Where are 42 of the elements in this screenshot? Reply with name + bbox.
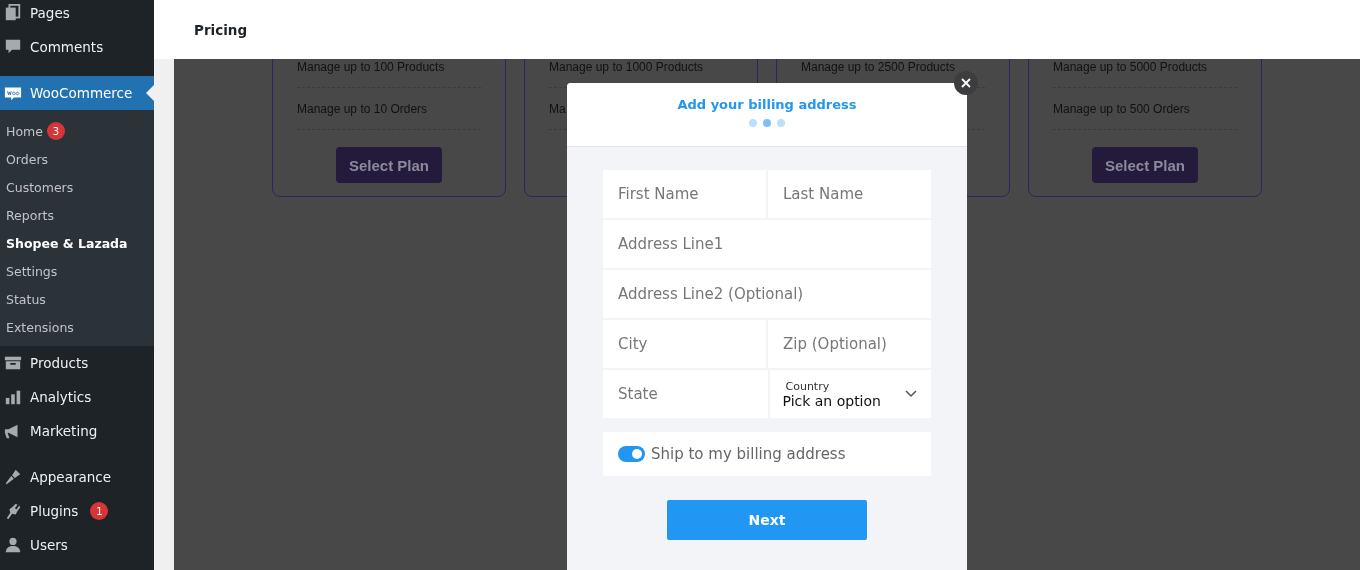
- analytics-icon: [4, 388, 22, 406]
- submenu-item[interactable]: Reports: [0, 201, 154, 229]
- users-icon: [4, 536, 22, 554]
- input-field[interactable]: Zip (Optional): [768, 320, 931, 368]
- menu-item[interactable]: Appearance: [0, 460, 154, 494]
- input-field[interactable]: Address Line2 (Optional): [603, 270, 931, 318]
- submenu-item[interactable]: Customers: [0, 173, 154, 201]
- close-icon: [961, 78, 971, 88]
- close-button[interactable]: [954, 71, 978, 95]
- count-badge: 1: [90, 502, 109, 520]
- toggle-switch[interactable]: [618, 446, 645, 462]
- count-badge: 3: [46, 122, 65, 140]
- products-icon: [4, 354, 22, 372]
- appearance-icon: [4, 468, 22, 486]
- submenu-item[interactable]: Settings: [0, 257, 154, 285]
- submenu-item[interactable]: Status: [0, 285, 154, 313]
- input-field[interactable]: Last Name: [768, 170, 931, 218]
- submenu-item[interactable]: Shopee & Lazada: [0, 229, 154, 257]
- submenu-item[interactable]: Orders: [0, 145, 154, 173]
- country-dropdown[interactable]: Country Pick an option: [769, 370, 931, 418]
- dialog-title: Add your billing address: [677, 97, 857, 112]
- input-field[interactable]: State: [603, 370, 768, 418]
- toggle-label: Ship to my billing address: [651, 445, 846, 463]
- menu-item[interactable]: Plugins 1: [0, 494, 154, 528]
- input-field[interactable]: First Name: [603, 170, 766, 218]
- input-field[interactable]: City: [603, 320, 766, 368]
- menu-item[interactable]: Products: [0, 346, 154, 380]
- pages-icon: [4, 4, 22, 22]
- submenu-item[interactable]: Home 3: [0, 117, 154, 145]
- menu-item[interactable]: Analytics: [0, 380, 154, 414]
- menu-item[interactable]: Comments: [0, 30, 154, 64]
- menu-item[interactable]: Marketing: [0, 414, 154, 448]
- page-title: Pricing: [194, 21, 248, 38]
- select-plan-button[interactable]: Select Plan: [1092, 147, 1198, 183]
- input-field[interactable]: Address Line1: [603, 220, 931, 268]
- plugins-icon: [4, 502, 22, 520]
- menu-item[interactable]: Pages: [0, 0, 154, 30]
- chevron-down-icon: [905, 390, 917, 398]
- submenu-item[interactable]: Extensions: [0, 313, 154, 341]
- menu-item[interactable]: WooCommerce: [0, 76, 154, 110]
- select-plan-button[interactable]: Select Plan: [336, 147, 442, 183]
- menu-item[interactable]: Users: [0, 528, 154, 562]
